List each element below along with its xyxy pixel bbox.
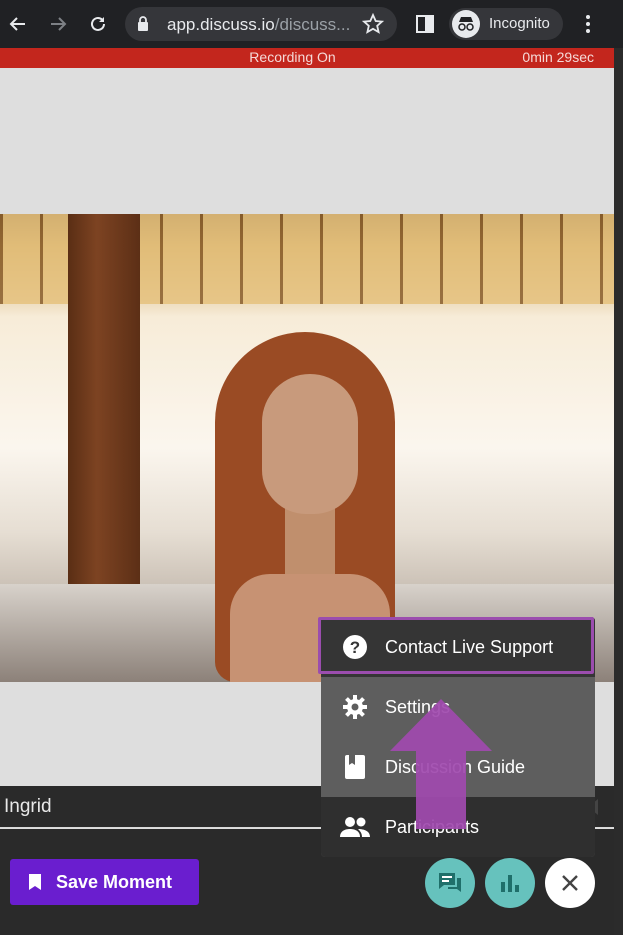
- lock-icon: [137, 16, 149, 36]
- participant-name: Ingrid: [4, 796, 52, 817]
- incognito-badge[interactable]: Incognito: [449, 8, 563, 40]
- url-text: app.discuss.io/discuss...: [167, 15, 350, 35]
- incognito-label: Incognito: [489, 15, 550, 32]
- participant-video: [0, 214, 614, 682]
- address-bar[interactable]: app.discuss.io/discuss...: [125, 7, 397, 41]
- side-panel-button[interactable]: [410, 9, 440, 39]
- more-menu-button[interactable]: [573, 9, 603, 39]
- recording-timer: 0min 29sec: [522, 49, 594, 65]
- people-icon: [325, 816, 385, 838]
- close-menu-button[interactable]: [545, 858, 595, 908]
- save-moment-label: Save Moment: [56, 871, 173, 892]
- reload-button[interactable]: [83, 9, 113, 39]
- url-path: /discuss...: [274, 15, 351, 34]
- book-icon: [325, 754, 385, 780]
- bookmark-star-icon[interactable]: [361, 12, 385, 40]
- highlight-annotation-box: [318, 617, 594, 674]
- url-host: app.discuss.io: [167, 15, 275, 34]
- browser-toolbar: app.discuss.io/discuss... Incognito: [0, 0, 623, 48]
- save-moment-button[interactable]: Save Moment: [10, 859, 199, 905]
- incognito-icon: [452, 10, 480, 38]
- close-icon: [562, 875, 578, 891]
- recording-bar: Recording On 0min 29sec: [0, 48, 614, 68]
- chat-button[interactable]: [425, 858, 475, 908]
- bar-chart-icon: [501, 875, 519, 892]
- stats-button[interactable]: [485, 858, 535, 908]
- forward-button[interactable]: [43, 9, 73, 39]
- scrollbar-track[interactable]: [614, 48, 623, 935]
- bookmark-icon: [28, 873, 42, 891]
- video-person-neck: [285, 504, 335, 584]
- back-button[interactable]: [3, 9, 33, 39]
- gear-icon: [325, 694, 385, 720]
- annotation-arrow-icon: [390, 699, 492, 829]
- chat-icon: [439, 873, 461, 892]
- recording-status: Recording On: [249, 49, 336, 65]
- video-person-face: [262, 374, 358, 514]
